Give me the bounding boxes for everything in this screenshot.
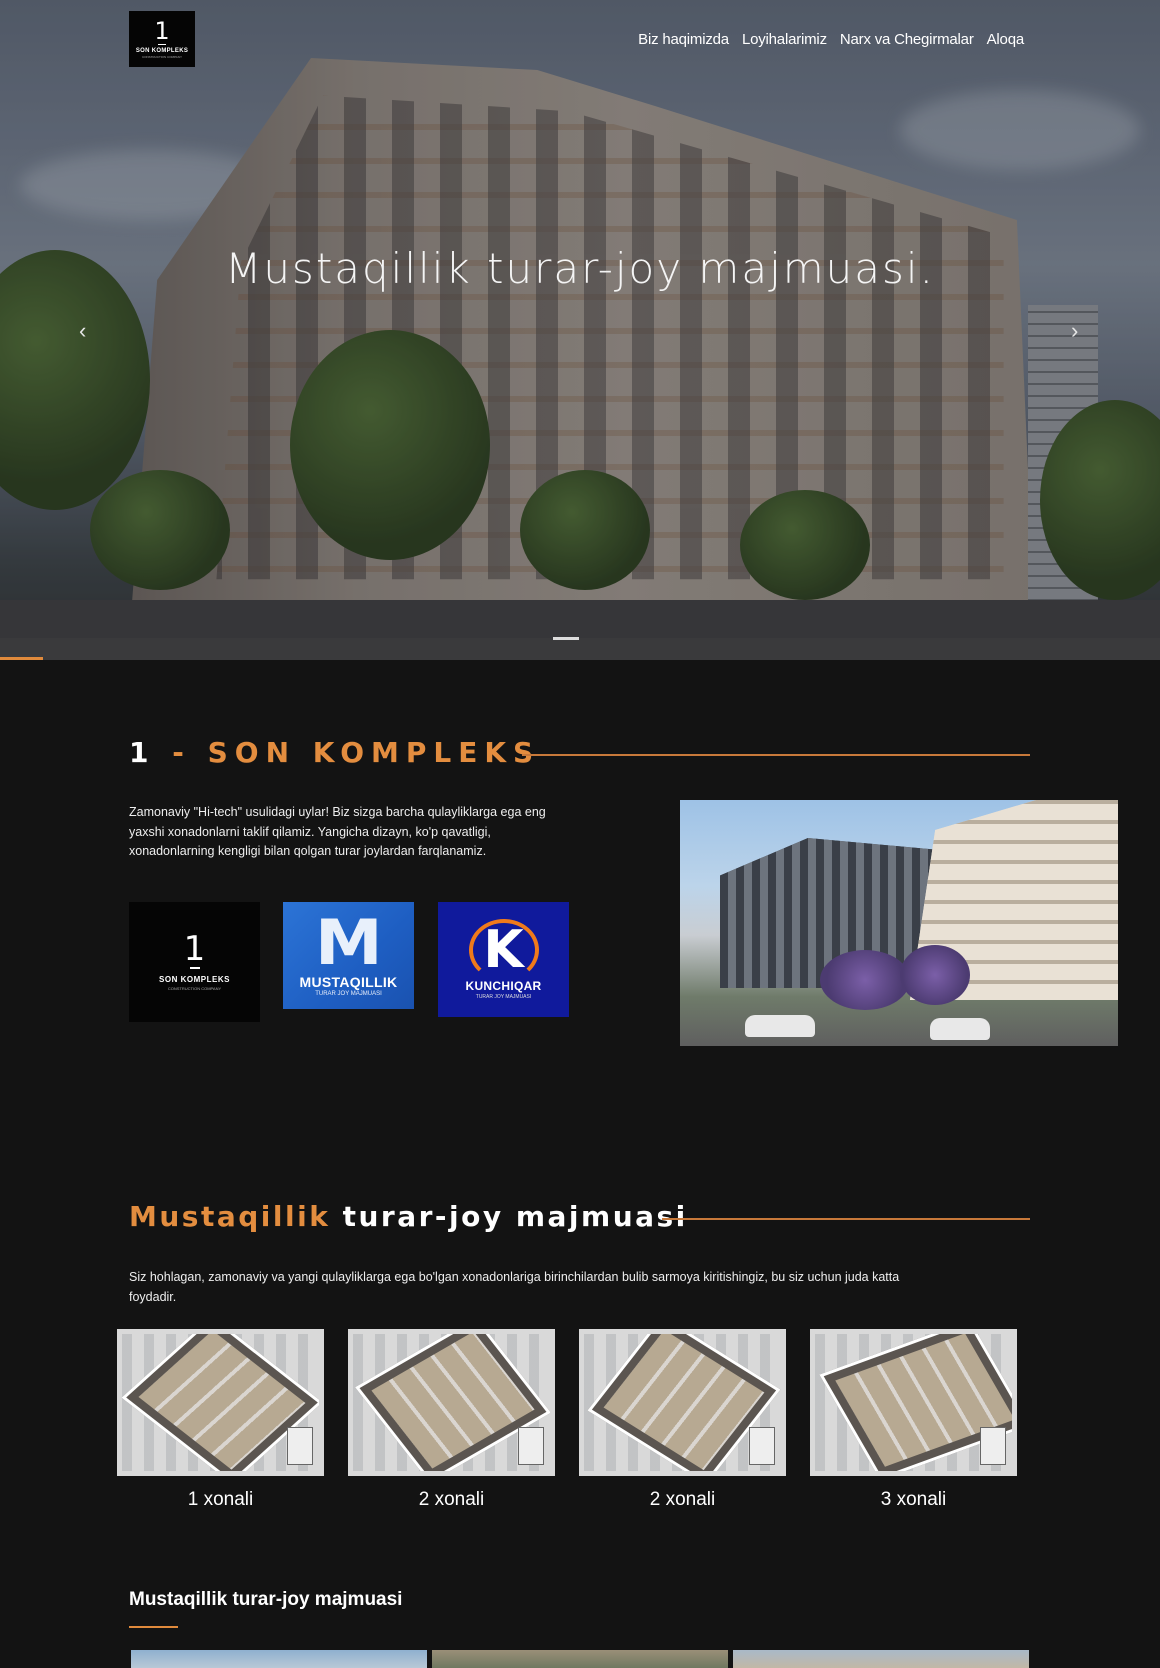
floor-plan-image: [584, 1334, 781, 1471]
nav-projects[interactable]: Loyihalarimiz: [742, 31, 827, 48]
plan-label: 2 xonali: [418, 1489, 485, 1510]
complex-title-first: M: [129, 1200, 160, 1233]
floor-plan-image: [353, 1334, 550, 1471]
mini: [980, 1427, 1006, 1465]
chevron-right-icon[interactable]: ›: [1071, 318, 1078, 344]
complex-title-rest: ustaqillik: [159, 1200, 331, 1233]
brand-number: 1: [183, 928, 206, 969]
brand-tagline: TURAR JOY MAJMUASI: [315, 991, 382, 997]
about-title-word: SON KOMPLEKS: [207, 736, 541, 769]
about-text: Zamonaviy "Hi-tech" usulidagi uylar! Biz…: [129, 805, 546, 858]
chevron-left-icon[interactable]: ‹: [79, 318, 86, 344]
hero-overlay: [0, 0, 1160, 660]
brand-mark: M: [314, 906, 383, 979]
plan-label: 2 xonali: [649, 1489, 716, 1510]
about-title-dash: -: [155, 736, 208, 769]
divider-line: [522, 754, 1030, 756]
plan-label: 1 xonali: [187, 1489, 254, 1510]
hero-base-strip: [0, 638, 1160, 660]
floor-plan-card[interactable]: [579, 1329, 786, 1476]
nav-prices[interactable]: Narx va Chegirmalar: [840, 31, 974, 48]
logo-number: 1: [154, 16, 170, 45]
brand-tagline: CONSTRUCTION COMPANY: [167, 985, 222, 991]
brand-tagline: TURAR JOY MAJMUASI: [475, 994, 532, 1000]
plan-label: 3 xonali: [880, 1489, 947, 1510]
brand-name: SON KOMPLEKS: [159, 974, 230, 984]
photo-tree: [900, 945, 970, 1005]
complex-text: Siz hohlagan, zamonaviy va yangi qulayli…: [129, 1270, 900, 1304]
brand-mark: K: [483, 920, 524, 980]
brand-bar: [189, 966, 200, 969]
complex-courtyard-photo: [680, 800, 1118, 1046]
slide-progress: [0, 657, 43, 660]
nav-contact[interactable]: Aloqa: [987, 31, 1025, 48]
about-title-number: 1: [129, 736, 156, 769]
gallery-thumbnail[interactable]: [131, 1650, 427, 1668]
complex-title-tail: turar-joy majmuasi: [342, 1200, 688, 1233]
gallery-title: Mustaqillik turar-joy majmuasi: [129, 1589, 403, 1610]
photo-tree: [820, 950, 910, 1010]
brand-name: KUNCHIQAR: [465, 979, 542, 993]
slide-indicator-active[interactable]: [553, 637, 579, 640]
brand-circle: K: [468, 919, 539, 981]
main-nav: Biz haqimizda Loyihalarimiz Narx va Cheg…: [638, 31, 1024, 48]
mini: [287, 1427, 313, 1465]
photo-car: [745, 1015, 815, 1037]
complex-title: Mustaqillik turar-joy majmuasi: [129, 1200, 688, 1233]
gallery-title-underline: [129, 1626, 178, 1628]
floor-plan-image: [815, 1334, 1012, 1471]
floor-plan-card[interactable]: [348, 1329, 555, 1476]
floor-plan-card[interactable]: [810, 1329, 1017, 1476]
logo-bar: [158, 43, 166, 45]
about-title: 1 - SON KOMPLEKS: [129, 736, 540, 769]
brand-logo-kunchiqar[interactable]: K KUNCHIQAR TURAR JOY MAJMUASI: [438, 902, 569, 1017]
hero-title: Mustaqillik turar-joy majmuasi.: [225, 244, 935, 293]
floor-plan-card[interactable]: [117, 1329, 324, 1476]
gallery-thumbnail[interactable]: [733, 1650, 1029, 1668]
photo-car: [930, 1018, 990, 1040]
hero-slider: 1 SON KOMPLEKS CONSTRUCTION COMPANY Biz …: [0, 0, 1160, 660]
logo-name: SON KOMPLEKS: [135, 47, 189, 54]
mini: [749, 1427, 775, 1465]
site-logo[interactable]: 1 SON KOMPLEKS CONSTRUCTION COMPANY: [129, 11, 195, 67]
brand-logo-son-kompleks[interactable]: 1 SON KOMPLEKS CONSTRUCTION COMPANY: [129, 902, 260, 1022]
nav-about[interactable]: Biz haqimizda: [638, 31, 729, 48]
floor-plan-image: [122, 1334, 319, 1471]
logo-tagline: CONSTRUCTION COMPANY: [142, 54, 182, 59]
mini: [518, 1427, 544, 1465]
divider-line: [662, 1218, 1030, 1220]
gallery-thumbnail[interactable]: [432, 1650, 728, 1668]
brand-logo-mustaqillik[interactable]: M MUSTAQILLIK TURAR JOY MAJMUASI: [283, 902, 414, 1009]
